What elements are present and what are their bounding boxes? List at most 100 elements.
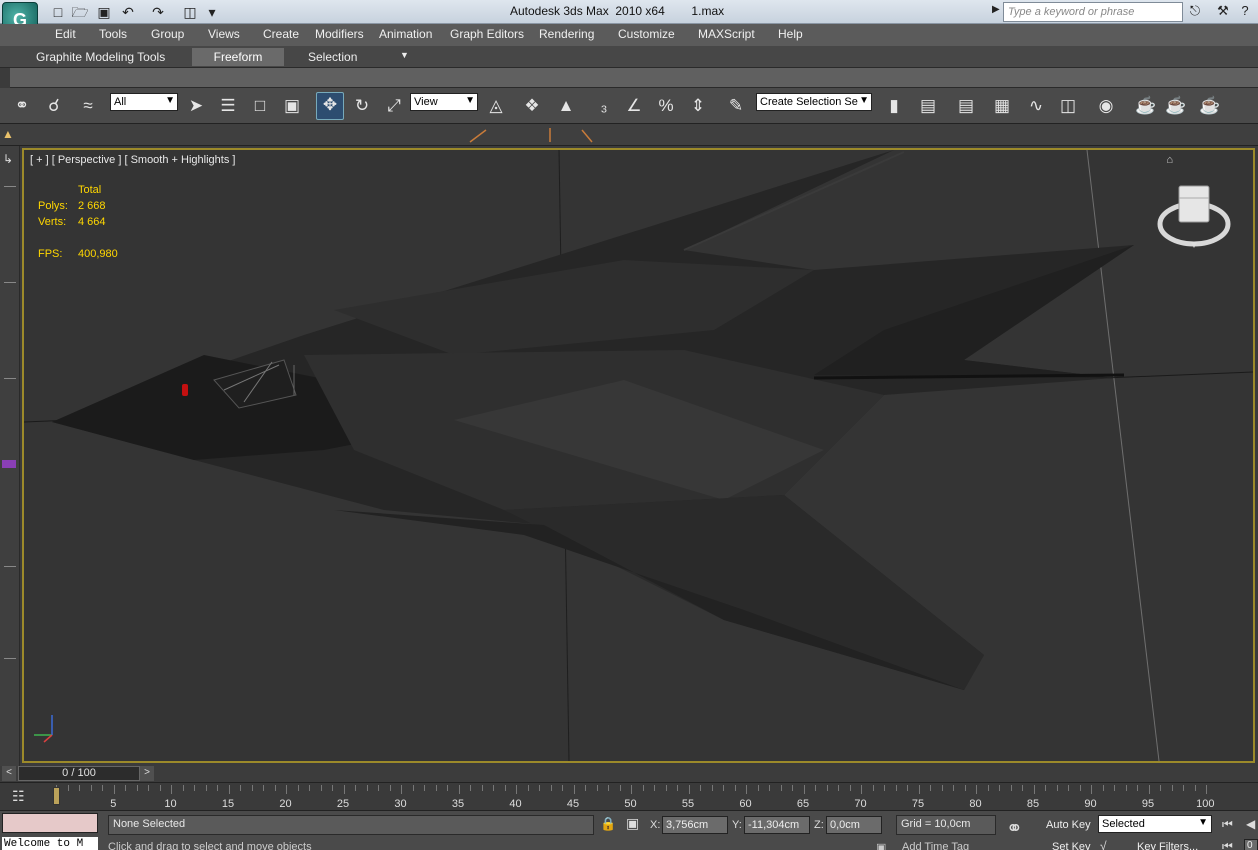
track-tick	[504, 785, 506, 791]
viewcube[interactable]	[1157, 180, 1231, 254]
menu-customize[interactable]: Customize	[618, 27, 675, 41]
material-editor-icon[interactable]: ◉	[1094, 94, 1118, 118]
graphite-freeform-icon[interactable]: ▲	[2, 127, 16, 141]
unlink-selection-icon[interactable]: ☌	[42, 94, 66, 118]
key-mode-toggle-icon[interactable]: ⏮	[1222, 839, 1233, 850]
render-setup-icon[interactable]: ☕	[1134, 94, 1158, 118]
bind-to-space-warp-icon[interactable]: ≈	[76, 94, 100, 118]
key-filters-icon[interactable]: √	[1100, 839, 1107, 850]
track-tick	[964, 785, 966, 791]
y-coordinate-field[interactable]: -11,304cm	[744, 816, 810, 834]
maxscript-listener-output[interactable]: Welcome to M	[2, 837, 98, 850]
menu-rendering[interactable]: Rendering	[539, 27, 594, 41]
current-frame-field[interactable]: 0	[1244, 839, 1258, 850]
time-prev-button[interactable]: <	[2, 766, 16, 781]
current-frame-handle[interactable]	[53, 787, 60, 805]
track-tick	[67, 785, 69, 791]
percent-snap-icon[interactable]: %	[654, 94, 678, 118]
track-tick	[378, 785, 379, 791]
menu-animation[interactable]: Animation	[379, 27, 432, 41]
edit-named-selection-icon[interactable]: ✎	[724, 94, 748, 118]
previous-frame-icon[interactable]: ◀	[1246, 817, 1255, 831]
keyboard-shortcut-override-icon[interactable]: ▲	[554, 94, 578, 118]
auto-key-button[interactable]: Auto Key	[1046, 819, 1091, 831]
select-and-move-icon[interactable]: ✥	[316, 92, 344, 120]
align-icon[interactable]: ▤	[916, 94, 940, 118]
menu-group[interactable]: Group	[151, 27, 184, 41]
open-mini-curve-editor-icon[interactable]: ☷	[12, 788, 32, 806]
home-icon[interactable]: ⌂	[1166, 154, 1173, 166]
x-coordinate-field[interactable]: 3,756cm	[662, 816, 728, 834]
rectangular-selection-icon[interactable]: □	[248, 94, 272, 118]
select-and-link-icon[interactable]: ⚭	[10, 94, 34, 118]
viewport-label[interactable]: [ + ] [ Perspective ] [ Smooth + Highlig…	[30, 154, 235, 166]
named-selection-sets-dropdown[interactable]: Create Selection Se ▼	[756, 93, 872, 111]
viewport-menu-icon[interactable]: ↳	[3, 152, 13, 166]
window-crossing-icon[interactable]: ▣	[280, 94, 304, 118]
quick-access-dropdown-icon[interactable]: ▾	[202, 3, 222, 21]
select-manipulate-icon[interactable]: ❖	[520, 94, 544, 118]
add-time-tag-button[interactable]: Add Time Tag	[902, 841, 969, 850]
tab-selection[interactable]: Selection	[300, 48, 365, 66]
key-mode-dropdown[interactable]: Selected ▼	[1098, 815, 1212, 833]
search-expand-icon[interactable]: ▶	[992, 4, 1000, 15]
menu-tools[interactable]: Tools	[99, 27, 127, 41]
menu-graph-editors[interactable]: Graph Editors	[450, 27, 524, 41]
search-input[interactable]: Type a keyword or phrase	[1003, 2, 1183, 22]
new-file-icon[interactable]: □	[48, 3, 68, 21]
reference-coordinate-dropdown[interactable]: View ▼	[410, 93, 478, 111]
tab-freeform[interactable]: Freeform	[192, 48, 284, 66]
curve-editor-icon[interactable]: ∿	[1024, 94, 1048, 118]
track-tick	[228, 785, 230, 794]
select-by-name-icon[interactable]: ☰	[216, 94, 240, 118]
undo-icon[interactable]: ↶	[118, 3, 138, 21]
pivot-center-icon[interactable]: ◬	[484, 94, 508, 118]
tools-icon[interactable]: ⚒	[1212, 3, 1234, 21]
stats-header: Total	[78, 184, 102, 196]
menu-modifiers[interactable]: Modifiers	[315, 27, 364, 41]
menu-maxscript[interactable]: MAXScript	[698, 27, 755, 41]
save-file-icon[interactable]: ▣	[94, 3, 114, 21]
track-bar-ticks[interactable]: 5 10 15 20 25 30 35 40 45 50 55 60 65 70 75 80 85 90 95 100	[50, 785, 1220, 810]
render-production-icon[interactable]: ☕	[1198, 94, 1222, 118]
selection-filter-dropdown[interactable]: All ▼	[110, 93, 178, 111]
ribbon-minimize-icon[interactable]: ▼	[392, 48, 417, 66]
track-tick	[849, 785, 851, 791]
select-object-icon[interactable]: ➤	[184, 94, 208, 118]
menu-help[interactable]: Help	[778, 27, 803, 41]
menu-create[interactable]: Create	[263, 27, 299, 41]
time-next-button[interactable]: >	[140, 766, 154, 781]
track-tick	[953, 785, 954, 791]
time-tag-icon[interactable]: ▣	[876, 841, 886, 850]
menu-edit[interactable]: Edit	[55, 27, 76, 41]
lock-selection-icon[interactable]: 🔒	[600, 816, 616, 832]
track-tick	[757, 785, 759, 791]
z-coordinate-field[interactable]: 0,0cm	[826, 816, 882, 834]
select-and-rotate-icon[interactable]: ↻	[350, 94, 374, 118]
set-key-button[interactable]: Set Key	[1052, 841, 1091, 850]
key-icon[interactable]: ⚭	[1006, 819, 1023, 839]
tab-graphite-modeling-tools[interactable]: Graphite Modeling Tools	[28, 48, 173, 66]
redo-icon[interactable]: ↷	[148, 3, 168, 21]
key-filters-button[interactable]: Key Filters...	[1137, 841, 1198, 850]
schematic-view-icon[interactable]: ◫	[1056, 94, 1080, 118]
help-icon[interactable]: ?	[1234, 3, 1256, 21]
rendered-frame-window-icon[interactable]: ☕	[1164, 94, 1188, 118]
time-slider-thumb[interactable]: 0 / 100	[18, 766, 140, 781]
track-bar[interactable]: ☷ 5 10 15 20 25 30 35 40 45 50 55 60 65 70 75 80 85 90 95 1…	[0, 782, 1258, 810]
menu-views[interactable]: Views	[208, 27, 240, 41]
perspective-viewport[interactable]: [ + ] [ Perspective ] [ Smooth + Highlig…	[22, 148, 1255, 763]
spinner-snap-icon[interactable]: ⇕	[686, 94, 710, 118]
graphite-toggle-icon[interactable]: ▦	[990, 94, 1014, 118]
mirror-icon[interactable]: ▮	[882, 94, 906, 118]
go-to-start-icon[interactable]: ⏮	[1222, 817, 1233, 832]
maxscript-listener-input[interactable]	[2, 813, 98, 833]
project-folder-icon[interactable]: ◫	[180, 3, 200, 21]
angle-snap-icon[interactable]: ∠	[622, 94, 646, 118]
absolute-mode-transform-icon[interactable]: ▣	[626, 815, 639, 832]
select-and-scale-icon[interactable]: ⤢	[382, 94, 406, 118]
binoculars-icon[interactable]: ⎋	[1184, 3, 1206, 21]
open-file-icon[interactable]: 🗁	[70, 3, 90, 21]
snaps-toggle-icon[interactable]: ₃	[592, 94, 616, 118]
layer-manager-icon[interactable]: ▤	[954, 94, 978, 118]
